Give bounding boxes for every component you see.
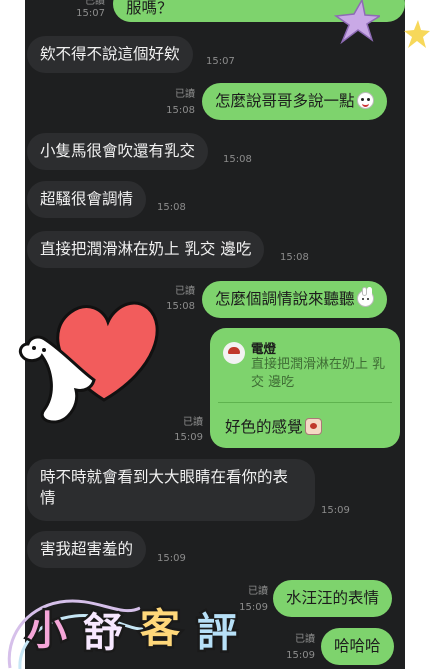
reply-message-bubble[interactable]: 電燈 直接把潤滑淋在奶上 乳交 邊吃 好色的感覺 [210, 328, 400, 448]
svg-text:評: 評 [197, 610, 237, 656]
cat-heart-sticker-icon [18, 301, 159, 424]
brand-stamp: 小 舒 客 評 [20, 594, 260, 659]
quoted-avatar [223, 342, 245, 364]
reply-text: 好色的感覺 [225, 415, 322, 437]
message-time: 15:09 [286, 650, 315, 661]
cup-emoji-icon [304, 418, 322, 435]
quoted-text: 直接把潤滑淋在奶上 乳交 邊吃 [251, 357, 386, 390]
svg-text:舒: 舒 [83, 610, 123, 656]
read-receipt: 已讀 [295, 634, 315, 645]
yellow-star-sticker-icon [404, 20, 430, 48]
message-time: 15:08 [166, 301, 195, 312]
message-bubble-incoming[interactable]: 時不時就會看到大大眼睛在看你的表情 [27, 459, 315, 521]
message-time: 15:08 [157, 202, 186, 213]
message-bubble-outgoing[interactable]: 哈哈哈 [321, 628, 394, 665]
smile-emoji-icon [356, 92, 374, 109]
message-time: 15:07 [76, 8, 105, 19]
message-time: 15:07 [206, 56, 235, 67]
purple-star-sticker-icon [333, 0, 380, 44]
message-time: 15:09 [321, 505, 350, 516]
read-receipt: 已讀 [183, 417, 203, 428]
message-bubble-incoming[interactable]: 直接把潤滑淋在奶上 乳交 邊吃 [27, 231, 265, 268]
read-receipt: 已讀 [175, 89, 195, 100]
message-bubble-incoming[interactable]: 小隻馬很會吹還有乳交 [27, 133, 209, 170]
quoted-message[interactable]: 電燈 直接把潤滑淋在奶上 乳交 邊吃 [218, 336, 392, 403]
message-time: 15:09 [157, 553, 186, 564]
read-receipt: 已讀 [85, 0, 105, 7]
message-bubble-incoming[interactable]: 超騷很會調情 [27, 181, 147, 218]
message-bubble-outgoing[interactable]: 怎麼個調情說來聽聽 [202, 281, 387, 318]
svg-text:客: 客 [140, 606, 180, 652]
bunny-emoji-icon [356, 287, 374, 307]
message-bubble-outgoing[interactable]: 水汪汪的表情 [273, 580, 393, 617]
message-bubble-incoming[interactable]: 欸不得不說這個好欸 [27, 36, 193, 73]
message-time: 15:08 [280, 252, 309, 263]
message-time: 15:08 [223, 154, 252, 165]
quoted-sender-name: 電燈 [251, 341, 277, 356]
message-time: 15:09 [174, 432, 203, 443]
svg-text:小: 小 [27, 608, 67, 654]
message-time: 15:08 [166, 105, 195, 116]
read-receipt: 已讀 [175, 286, 195, 297]
message-bubble-outgoing[interactable]: 怎麼說哥哥多說一點 [202, 83, 387, 120]
